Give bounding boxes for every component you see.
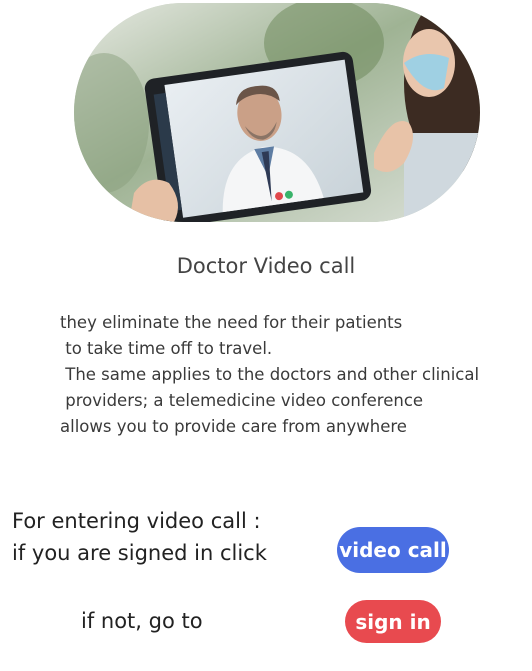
- page: Doctor Video call they eliminate the nee…: [0, 0, 532, 671]
- description-line: they eliminate the need for their patien…: [60, 313, 403, 332]
- description-line: allows you to provide care from anywhere: [60, 417, 407, 436]
- signed-in-prompt: For entering video call : if you are sig…: [12, 505, 267, 569]
- doctor-video-call-illustration: [74, 3, 480, 222]
- description-text: they eliminate the need for their patien…: [60, 310, 520, 440]
- signed-in-prompt-line1: For entering video call :: [12, 509, 261, 533]
- description-line: providers; a telemedicine video conferen…: [60, 391, 424, 410]
- not-signed-in-prompt: if not, go to: [81, 609, 203, 633]
- video-call-button[interactable]: video call: [337, 527, 449, 573]
- sign-in-button[interactable]: sign in: [345, 600, 441, 643]
- page-title: Doctor Video call: [176, 254, 356, 278]
- hero-image: [74, 3, 480, 222]
- description-line: to take time off to travel.: [60, 339, 273, 358]
- signed-in-prompt-line2: if you are signed in click: [12, 541, 267, 565]
- description-line: The same applies to the doctors and othe…: [60, 365, 480, 384]
